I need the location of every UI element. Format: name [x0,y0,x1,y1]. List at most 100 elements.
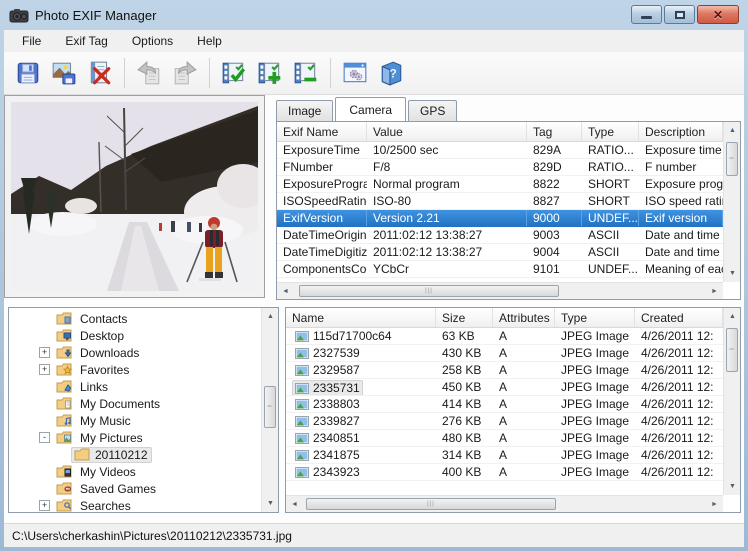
exif-row[interactable]: DateTimeDigitized 2011:02:12 13:38:27 90… [277,244,723,261]
tab-camera[interactable]: Camera [335,97,406,121]
col-exif-name[interactable]: Exif Name [277,122,367,141]
scroll-down-icon[interactable] [724,265,741,282]
file-name: 2335731 [313,381,360,395]
folder-tree-panel: Contacts Desktop + Downloads + [8,307,279,513]
tree-label: Contacts [77,312,130,326]
exif-horizontal-scrollbar[interactable]: ||| [277,282,723,299]
files-horizontal-scrollbar[interactable]: ||| [286,495,723,512]
menu-options[interactable]: Options [120,31,185,51]
tree-item-my-pictures[interactable]: - My Pictures [9,429,261,446]
col-name[interactable]: Name [286,308,436,327]
file-row[interactable]: 2327539 430 KB A JPEG Image 4/26/2011 12… [286,345,723,362]
tree-item-favorites[interactable]: + Favorites [9,361,261,378]
expand-icon[interactable]: + [39,500,50,511]
tree-item-downloads[interactable]: + Downloads [9,344,261,361]
file-row[interactable]: 2339827 276 KB A JPEG Image 4/26/2011 12… [286,413,723,430]
exif-row[interactable]: ExposureTime 10/2500 sec 829A RATIO... E… [277,142,723,159]
scroll-down-icon[interactable] [724,478,741,495]
file-row[interactable]: 115d71700c64 63 KB A JPEG Image 4/26/201… [286,328,723,345]
scroll-up-icon[interactable] [724,308,741,325]
file-row[interactable]: 2340851 480 KB A JPEG Image 4/26/2011 12… [286,430,723,447]
maximize-button[interactable] [664,5,695,24]
scroll-right-icon[interactable] [706,283,723,300]
files-hscroll-thumb[interactable]: ||| [306,498,556,510]
scroll-left-icon[interactable] [277,283,294,300]
col-type[interactable]: Type [555,308,635,327]
exif-row[interactable]: ExposureProgram Normal program 8822 SHOR… [277,176,723,193]
exif-vertical-scrollbar[interactable]: ═ [723,122,740,282]
tab-image[interactable]: Image [276,100,333,121]
previous-image-icon [136,60,162,86]
previous-image-button[interactable] [133,57,165,89]
file-row[interactable]: 2343923 400 KB A JPEG Image 4/26/2011 12… [286,464,723,481]
col-value[interactable]: Value [367,122,527,141]
scroll-left-icon[interactable] [286,496,303,513]
file-row[interactable]: 2341875 314 KB A JPEG Image 4/26/2011 12… [286,447,723,464]
exif-table-panel: Exif Name Value Tag Type Description Exp… [276,121,741,300]
close-button[interactable]: ✕ [697,5,739,24]
col-size[interactable]: Size [436,308,493,327]
exif-remove-button[interactable] [290,57,322,89]
desktop-folder-icon [56,329,72,342]
col-tag[interactable]: Tag [527,122,582,141]
file-row-selected[interactable]: 2335731 450 KB A JPEG Image 4/26/2011 12… [286,379,723,396]
file-created: 4/26/2011 12: [635,464,723,480]
titlebar[interactable]: Photo EXIF Manager ✕ [0,0,748,30]
scroll-up-icon[interactable] [262,308,279,325]
exif-row[interactable]: FNumber F/8 829D RATIO... F number [277,159,723,176]
minimize-button[interactable] [631,5,662,24]
tree-vertical-scrollbar[interactable]: ═ [261,308,278,512]
next-image-button[interactable] [169,57,201,89]
save-button[interactable] [12,57,44,89]
exif-row[interactable]: ISOSpeedRatings ISO-80 8827 SHORT ISO sp… [277,193,723,210]
exif-row[interactable]: ComponentsConfig... YCbCr 9101 UNDEF... … [277,261,723,278]
menu-file[interactable]: File [10,31,53,51]
file-row[interactable]: 2338803 414 KB A JPEG Image 4/26/2011 12… [286,396,723,413]
scroll-up-icon[interactable] [724,122,741,139]
file-size: 450 KB [436,379,493,395]
exif-desc-cell: F number [639,159,723,175]
scroll-right-icon[interactable] [706,496,723,513]
files-vertical-scrollbar[interactable]: ═ [723,308,740,495]
tree-item-my-music[interactable]: My Music [9,412,261,429]
tree-vscroll-thumb[interactable]: ═ [264,386,276,428]
exif-name-cell: ExposureTime [277,142,367,158]
exif-row-selected[interactable]: ExifVersion Version 2.21 9000 UNDEF... E… [277,210,723,227]
options-button[interactable] [339,57,371,89]
tree-label: Favorites [77,363,132,377]
file-created: 4/26/2011 12: [635,447,723,463]
file-size: 63 KB [436,328,493,344]
exif-name-cell: FNumber [277,159,367,175]
help-button[interactable]: ? [375,57,407,89]
collapse-icon[interactable]: - [39,432,50,443]
tree-item-searches[interactable]: + Searches [9,497,261,512]
file-row[interactable]: 2329587 258 KB A JPEG Image 4/26/2011 12… [286,362,723,379]
col-attributes[interactable]: Attributes [493,308,555,327]
exif-add-button[interactable] [254,57,286,89]
delete-exif-button[interactable] [84,57,116,89]
menu-help[interactable]: Help [185,31,234,51]
tree-item-links[interactable]: Links [9,378,261,395]
tab-gps[interactable]: GPS [408,100,457,121]
scroll-down-icon[interactable] [262,495,279,512]
col-type[interactable]: Type [582,122,639,141]
tree-item-my-documents[interactable]: My Documents [9,395,261,412]
exif-vscroll-thumb[interactable]: ═ [726,142,738,176]
exif-add-icon [257,60,283,86]
expand-icon[interactable]: + [39,347,50,358]
tree-item-20110212[interactable]: 20110212 [9,446,261,463]
menu-exif-tag[interactable]: Exif Tag [53,31,119,51]
exif-check-button[interactable] [218,57,250,89]
tree-item-my-videos[interactable]: My Videos [9,463,261,480]
tree-item-desktop[interactable]: Desktop [9,327,261,344]
files-vscroll-thumb[interactable]: ═ [726,328,738,372]
tree-item-saved-games[interactable]: Saved Games [9,480,261,497]
file-name: 2338803 [313,397,360,411]
exif-row[interactable]: DateTimeOriginal 2011:02:12 13:38:27 900… [277,227,723,244]
exif-hscroll-thumb[interactable]: ||| [299,285,559,297]
col-description[interactable]: Description [639,122,723,141]
col-created[interactable]: Created [635,308,723,327]
expand-icon[interactable]: + [39,364,50,375]
save-image-button[interactable] [48,57,80,89]
tree-item-contacts[interactable]: Contacts [9,310,261,327]
